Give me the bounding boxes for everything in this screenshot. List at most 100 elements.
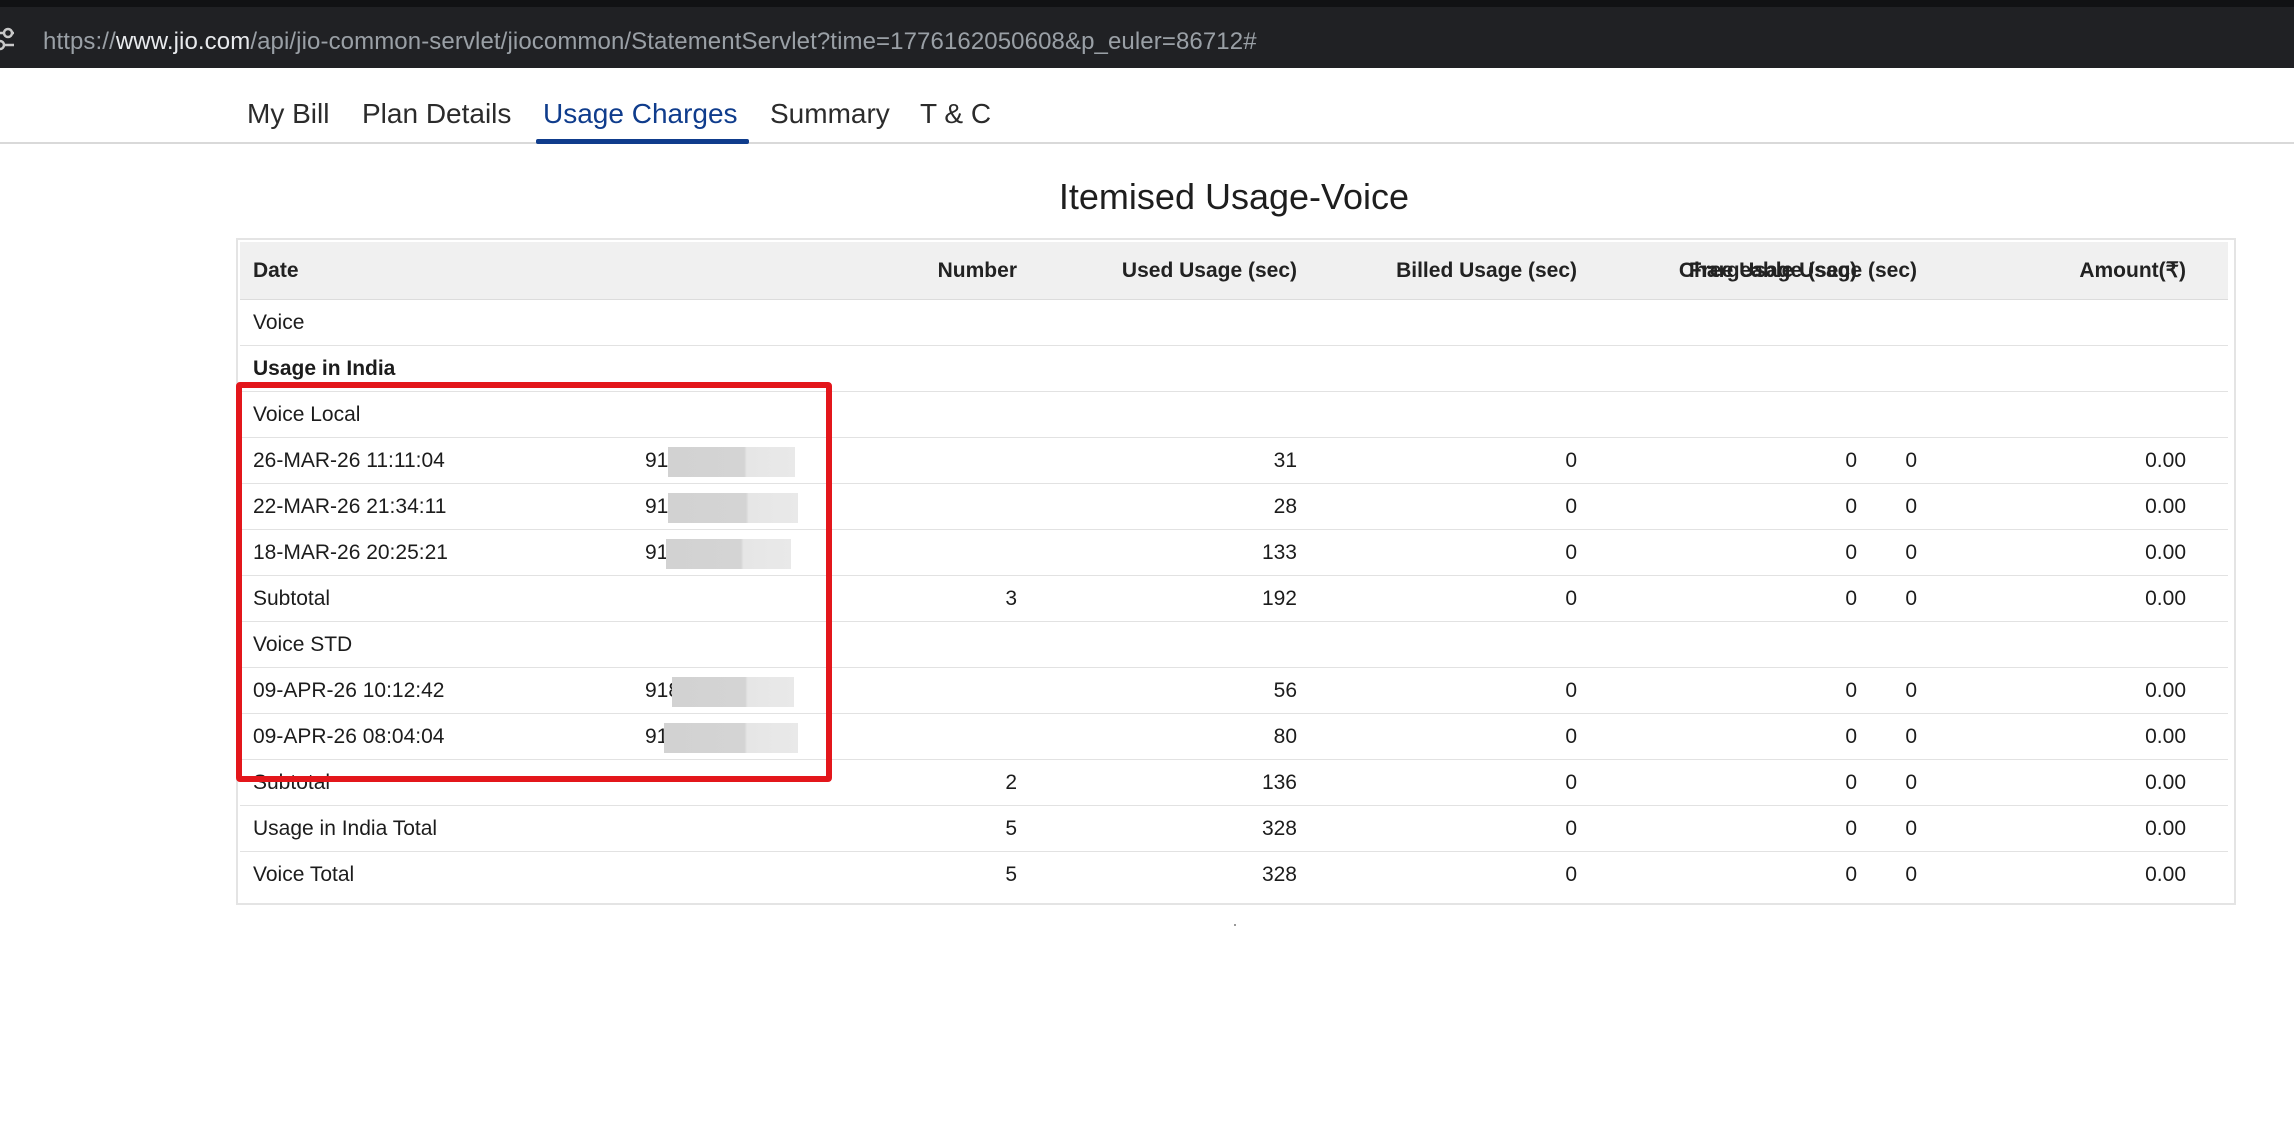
row-label: Voice xyxy=(253,310,305,334)
call-number: 91 xyxy=(645,540,669,564)
call-count: 5 xyxy=(1005,816,1017,840)
billed-usage: 0 xyxy=(1565,448,1577,472)
row-label: Subtotal xyxy=(253,770,331,794)
call-date: 26-MAR-26 11:11:04 xyxy=(253,448,445,472)
billed-usage: 0 xyxy=(1565,678,1577,702)
chargeable-usage: 0 xyxy=(1905,724,1917,748)
total-row: Usage in India Total 5 328 0 0 0 0.00 xyxy=(240,806,2228,852)
subtotal-row: Subtotal 3 192 0 0 0 0.00 xyxy=(240,576,2228,622)
tab-my-bill[interactable]: My Bill xyxy=(247,98,329,130)
used-usage: 31 xyxy=(1273,448,1297,472)
subtotal-row: Subtotal 2 136 0 0 0 0.00 xyxy=(240,760,2228,806)
chargeable-usage: 0 xyxy=(1905,540,1917,564)
url-path: /api/jio-common-servlet/jiocommon/Statem… xyxy=(250,28,1257,55)
amount: 0.00 xyxy=(2145,448,2186,472)
used-usage: 56 xyxy=(1273,678,1297,702)
tune-icon[interactable] xyxy=(0,25,24,53)
amount: 0.00 xyxy=(2145,540,2186,564)
row-label: Usage in India xyxy=(253,356,396,380)
used-usage: 192 xyxy=(1261,586,1297,610)
header-used-usage: Used Usage (sec) xyxy=(1121,258,1297,282)
amount: 0.00 xyxy=(2145,863,2186,886)
free-usage: 0 xyxy=(1845,540,1857,564)
amount: 0.00 xyxy=(2145,770,2186,794)
table-row: Usage in India xyxy=(240,346,2228,392)
billed-usage: 0 xyxy=(1565,816,1577,840)
call-date: 18-MAR-26 20:25:21 xyxy=(253,540,448,564)
billed-usage: 0 xyxy=(1565,724,1577,748)
url-field[interactable]: https://www.jio.com/api/jio-common-servl… xyxy=(43,28,1257,56)
call-count: 2 xyxy=(1005,770,1017,794)
header-amount: Amount(₹) xyxy=(2079,259,2186,282)
call-count: 3 xyxy=(1005,586,1017,610)
header-chargeable-usage: Chargeable Usage (sec) xyxy=(1678,258,1917,282)
billed-usage: 0 xyxy=(1565,540,1577,564)
table-row: Voice STD xyxy=(240,622,2228,668)
url-host: www.jio.com xyxy=(115,28,251,55)
used-usage: 133 xyxy=(1261,540,1297,564)
header-date: Date xyxy=(253,258,299,282)
billed-usage: 0 xyxy=(1565,586,1577,610)
call-date: 09-APR-26 08:04:04 xyxy=(253,724,445,748)
row-label: Voice Total xyxy=(253,863,355,886)
used-usage: 80 xyxy=(1273,724,1297,748)
call-date: 22-MAR-26 21:34:11 xyxy=(253,494,447,518)
row-label: Voice Local xyxy=(253,402,361,426)
free-usage: 0 xyxy=(1845,724,1857,748)
tab-t-and-c[interactable]: T & C xyxy=(920,98,991,130)
header-billed-usage: Billed Usage (sec) xyxy=(1396,258,1577,282)
table-row: 26-MAR-26 11:11:04 91 31 0 0 0 0.00 xyxy=(240,438,2228,484)
table-row: Voice xyxy=(240,300,2228,346)
used-usage: 328 xyxy=(1261,863,1297,886)
free-usage: 0 xyxy=(1845,770,1857,794)
amount: 0.00 xyxy=(2145,816,2186,840)
used-usage: 28 xyxy=(1273,494,1297,518)
free-usage: 0 xyxy=(1845,678,1857,702)
amount: 0.00 xyxy=(2145,494,2186,518)
chargeable-usage: 0 xyxy=(1905,770,1917,794)
table-row: 09-APR-26 10:12:42 918 56 0 0 0 0.00 xyxy=(240,668,2228,714)
row-label: Voice STD xyxy=(253,632,353,656)
chargeable-usage: 0 xyxy=(1905,863,1917,886)
redacted-number xyxy=(672,677,794,707)
table-row: 09-APR-26 08:04:04 91 80 0 0 0 0.00 xyxy=(240,714,2228,760)
row-label: Subtotal xyxy=(253,586,331,610)
stray-dot xyxy=(1234,924,1236,926)
call-number: 91 xyxy=(645,448,669,472)
statement-tabs: My Bill Plan Details Usage Charges Summa… xyxy=(0,68,2294,144)
free-usage: 0 xyxy=(1845,494,1857,518)
redacted-number xyxy=(666,539,791,569)
free-usage: 0 xyxy=(1845,586,1857,610)
chargeable-usage: 0 xyxy=(1905,448,1917,472)
used-usage: 328 xyxy=(1261,816,1297,840)
free-usage: 0 xyxy=(1845,863,1857,886)
amount: 0.00 xyxy=(2145,678,2186,702)
call-number: 91 xyxy=(645,494,669,518)
table-row: Voice Local xyxy=(240,392,2228,438)
usage-table: Date Number Used Usage (sec) Billed Usag… xyxy=(236,238,2236,905)
redacted-number xyxy=(668,493,798,523)
call-date: 09-APR-26 10:12:42 xyxy=(253,678,445,702)
chargeable-usage: 0 xyxy=(1905,494,1917,518)
tab-summary[interactable]: Summary xyxy=(770,98,890,130)
table-row: 18-MAR-26 20:25:21 91 133 0 0 0 0.00 xyxy=(240,530,2228,576)
chargeable-usage: 0 xyxy=(1905,816,1917,840)
table-header-row: Date Number Used Usage (sec) Billed Usag… xyxy=(240,242,2228,300)
active-tab-indicator xyxy=(536,139,749,144)
redacted-number xyxy=(664,723,798,753)
free-usage: 0 xyxy=(1845,448,1857,472)
free-usage: 0 xyxy=(1845,816,1857,840)
billed-usage: 0 xyxy=(1565,863,1577,886)
billed-usage: 0 xyxy=(1565,770,1577,794)
url-prefix: https:// xyxy=(43,28,116,55)
chargeable-usage: 0 xyxy=(1905,678,1917,702)
amount: 0.00 xyxy=(2145,586,2186,610)
row-label: Usage in India Total xyxy=(253,816,438,840)
browser-address-bar: https://www.jio.com/api/jio-common-servl… xyxy=(0,0,2294,68)
table-row: 22-MAR-26 21:34:11 91 28 0 0 0 0.00 xyxy=(240,484,2228,530)
billed-usage: 0 xyxy=(1565,494,1577,518)
chargeable-usage: 0 xyxy=(1905,586,1917,610)
tab-usage-charges[interactable]: Usage Charges xyxy=(543,98,738,130)
tab-plan-details[interactable]: Plan Details xyxy=(362,98,511,130)
redacted-number xyxy=(668,447,795,477)
